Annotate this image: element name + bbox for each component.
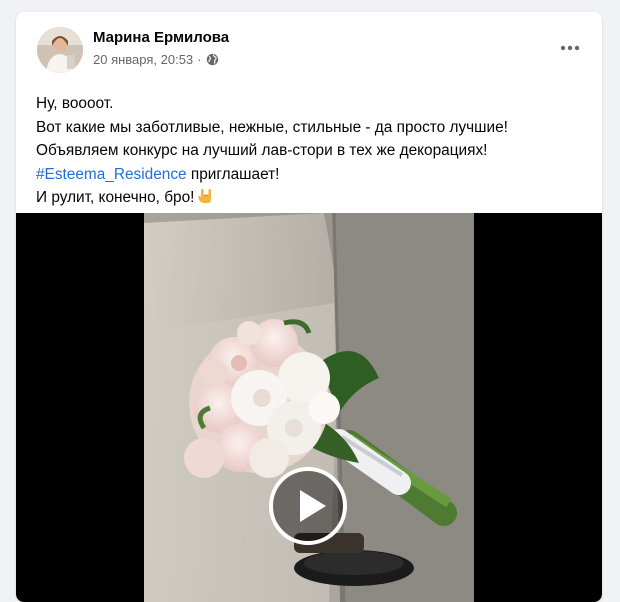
post-line-text: И рулит, конечно, бро! (36, 189, 195, 206)
post-line: И рулит, конечно, бро! (36, 186, 586, 213)
post-line: Ну, воооот. (36, 95, 114, 112)
avatar-image (37, 27, 83, 73)
hashtag-link[interactable]: #Esteema_Residence (36, 166, 187, 183)
globe-icon[interactable] (206, 53, 219, 66)
post-line-text: приглашает! (186, 165, 280, 183)
post-line: Объявляем конкурс на лучший лав-стори в … (36, 142, 488, 159)
video-player[interactable] (16, 213, 602, 602)
play-icon (269, 467, 347, 545)
author-name[interactable]: Марина Ермилова (93, 29, 229, 46)
post-text: Ну, воооот. Вот какие мы заботливые, неж… (36, 92, 586, 213)
avatar[interactable] (37, 27, 83, 73)
meta-separator: · (197, 52, 202, 67)
more-horizontal-icon (560, 45, 580, 51)
rock-on-hand-icon (197, 187, 215, 213)
post-line: Вот какие мы заботливые, нежные, стильны… (36, 118, 508, 136)
more-options-button[interactable] (556, 34, 584, 62)
post-meta: 20 января, 20:53 · (93, 52, 219, 67)
play-button[interactable] (268, 466, 348, 546)
post-timestamp[interactable]: 20 января, 20:53 (93, 52, 193, 67)
post-card: Марина Ермилова 20 января, 20:53 · Ну, в… (16, 12, 602, 602)
post-header: Марина Ермилова 20 января, 20:53 · (16, 12, 602, 82)
post-line: #Esteema_Residence приглашает! (36, 163, 586, 187)
